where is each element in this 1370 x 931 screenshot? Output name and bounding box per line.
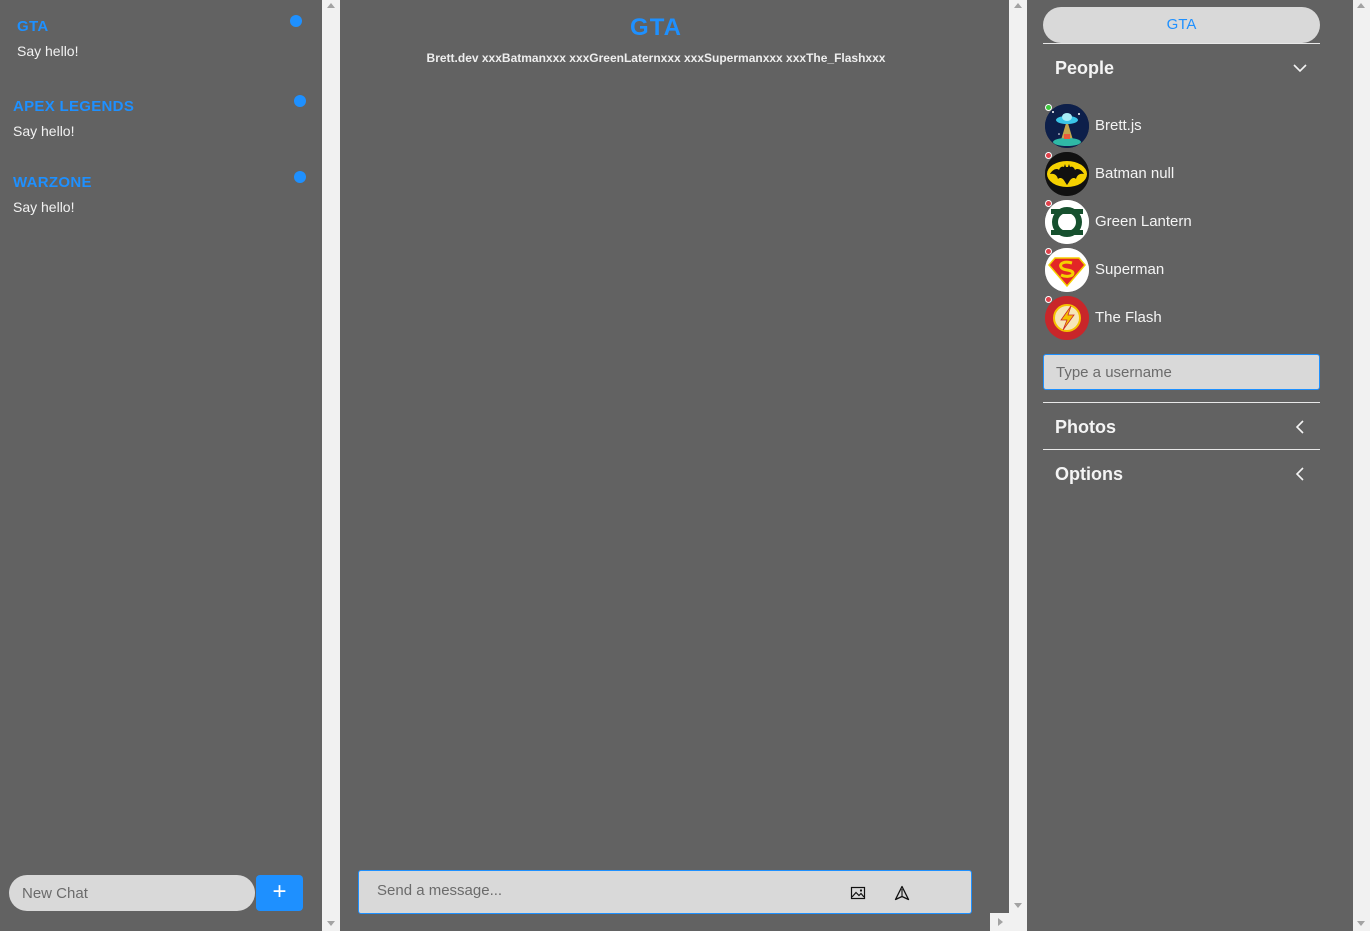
chevron-left-icon[interactable] [1293, 467, 1307, 481]
scroll-down-arrow-icon[interactable] [327, 921, 335, 926]
send-icon[interactable] [894, 885, 910, 901]
green-lantern-avatar [1045, 200, 1089, 244]
offline-status-icon [1045, 296, 1052, 303]
unread-dot [290, 15, 302, 27]
feed-members: Brett.dev xxxBatmanxxx xxxGreenLaternxxx… [426, 51, 886, 65]
settings-scrollbar[interactable] [1353, 0, 1370, 931]
person-name: Superman [1095, 261, 1165, 278]
chat-item-title: WARZONE [13, 174, 92, 191]
offline-status-icon [1045, 152, 1052, 159]
message-input[interactable] [377, 882, 817, 899]
photos-section-title[interactable]: Photos [1055, 417, 1116, 438]
feed-horizontal-scrollbar[interactable] [990, 913, 1027, 931]
divider [1043, 43, 1320, 44]
message-form [358, 870, 972, 914]
person-name: Batman null [1095, 165, 1175, 182]
scroll-up-arrow-icon[interactable] [1014, 3, 1022, 8]
person-name: Green Lantern [1095, 213, 1192, 230]
chat-item-subtitle: Say hello! [13, 123, 75, 139]
add-username-input[interactable] [1043, 354, 1320, 390]
ufo-avatar [1045, 104, 1089, 148]
chat-item-warzone[interactable]: WARZONE Say hello! [0, 166, 322, 222]
chat-item-subtitle: Say hello! [13, 199, 75, 215]
feed-scrollbar[interactable] [1009, 0, 1027, 913]
person-row[interactable]: The Flash [1045, 296, 1295, 342]
person-name: The Flash [1095, 309, 1162, 326]
person-row[interactable]: Brett.js [1045, 104, 1295, 150]
divider [1043, 449, 1320, 450]
chat-list-scrollbar[interactable] [322, 0, 340, 931]
chat-item-title: GTA [17, 18, 49, 35]
image-icon[interactable] [850, 885, 866, 901]
chat-list-panel: GTA Say hello! APEX LEGENDS Say hello! W… [0, 0, 322, 931]
flash-avatar [1045, 296, 1089, 340]
scroll-down-arrow-icon[interactable] [1357, 921, 1365, 926]
superman-avatar [1045, 248, 1089, 292]
unread-dot [294, 171, 306, 183]
offline-status-icon [1045, 200, 1052, 207]
options-section-title[interactable]: Options [1055, 464, 1123, 485]
chat-feed: GTA Brett.dev xxxBatmanxxx xxxGreenLater… [340, 0, 1009, 931]
divider [1043, 402, 1320, 403]
unread-dot [294, 95, 306, 107]
offline-status-icon [1045, 248, 1052, 255]
add-chat-button[interactable]: + [256, 875, 303, 911]
chat-settings-panel: GTA People Brett.js Batman null Green La… [1027, 0, 1353, 931]
chevron-left-icon[interactable] [1293, 420, 1307, 434]
batman-avatar [1045, 152, 1089, 196]
chevron-down-icon[interactable] [1293, 61, 1307, 75]
scroll-up-arrow-icon[interactable] [1357, 3, 1365, 8]
person-row[interactable]: Batman null [1045, 152, 1295, 198]
person-row[interactable]: Superman [1045, 248, 1295, 294]
chat-item-apex-legends[interactable]: APEX LEGENDS Say hello! [0, 90, 322, 146]
chat-name-button[interactable]: GTA [1043, 7, 1320, 43]
person-row[interactable]: Green Lantern [1045, 200, 1295, 246]
people-section-title[interactable]: People [1055, 58, 1114, 79]
feed-title: GTA [630, 14, 682, 41]
chat-item-gta[interactable]: GTA Say hello! [0, 10, 322, 66]
scroll-up-arrow-icon[interactable] [327, 3, 335, 8]
chat-item-title: APEX LEGENDS [13, 98, 135, 115]
chat-item-subtitle: Say hello! [17, 43, 79, 59]
scroll-right-arrow-icon[interactable] [998, 918, 1003, 926]
new-chat-input[interactable] [9, 875, 255, 911]
online-status-icon [1045, 104, 1052, 111]
person-name: Brett.js [1095, 117, 1142, 134]
scroll-down-arrow-icon[interactable] [1014, 903, 1022, 908]
